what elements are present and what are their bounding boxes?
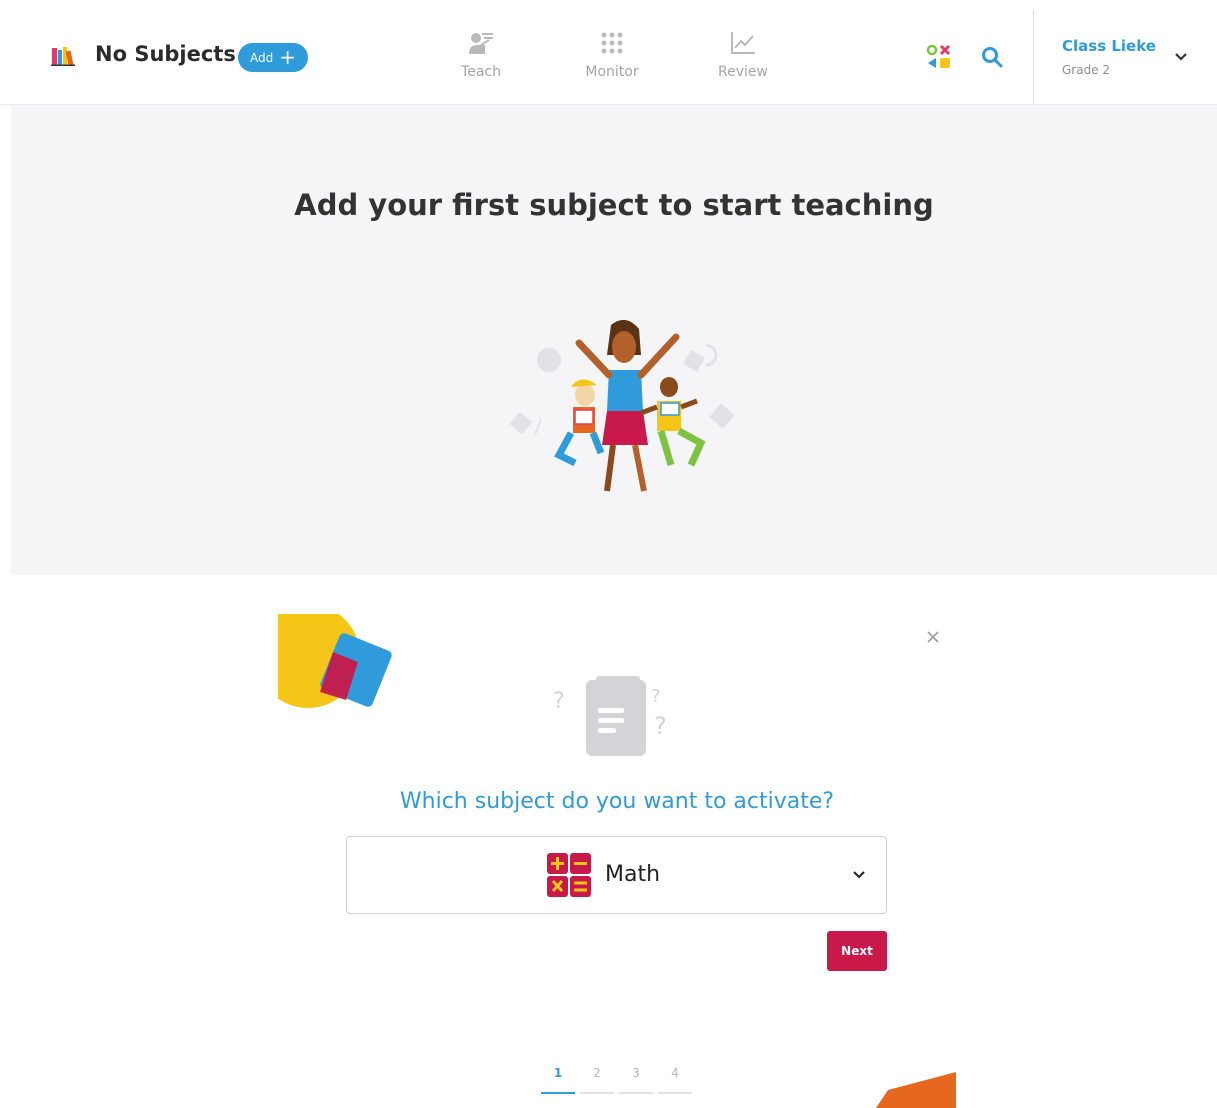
step-number: 2 — [593, 1066, 601, 1080]
empty-state-panel: Add your first subject to start teaching — [11, 105, 1217, 575]
top-bar: No Subjects Add + Teach Monitor Review C… — [0, 0, 1217, 105]
math-icon — [547, 853, 591, 897]
header-divider — [1033, 10, 1034, 104]
empty-state-title: Add your first subject to start teaching — [294, 188, 934, 222]
step-3[interactable]: 3 — [619, 1066, 653, 1094]
nav-review[interactable]: Review — [703, 30, 783, 80]
add-subject-button[interactable]: Add + — [238, 43, 308, 72]
nav-teach-label: Teach — [461, 64, 501, 80]
teacher-children-illustration — [509, 319, 735, 492]
selected-subject: Math — [605, 862, 661, 887]
modal-question: Which subject do you want to activate? — [399, 789, 835, 814]
decorative-shapes — [278, 614, 392, 708]
class-grade: Grade 2 — [1062, 63, 1111, 77]
close-icon[interactable] — [926, 630, 940, 644]
subject-select[interactable]: Math — [346, 836, 887, 914]
step-bar — [580, 1092, 614, 1094]
nav-review-label: Review — [718, 64, 768, 80]
nav-monitor[interactable]: Monitor — [572, 30, 652, 80]
nav-monitor-label: Monitor — [585, 64, 639, 80]
teach-icon — [469, 33, 493, 54]
step-number: 4 — [671, 1066, 679, 1080]
books-icon — [51, 47, 75, 66]
step-2[interactable]: 2 — [580, 1066, 614, 1094]
step-bar — [541, 1092, 575, 1094]
chevron-down-icon — [853, 871, 865, 879]
question-book-icon: ? ? ? — [553, 676, 667, 756]
shapes-icon[interactable] — [925, 44, 953, 70]
line-chart-icon — [731, 32, 755, 54]
step-4[interactable]: 4 — [658, 1066, 692, 1094]
next-button[interactable]: Next — [827, 931, 887, 971]
add-button-label: Add — [250, 50, 274, 65]
step-number: 1 — [553, 1066, 563, 1080]
page-title: No Subjects — [95, 42, 236, 66]
step-number: 3 — [632, 1066, 640, 1080]
nav-teach[interactable]: Teach — [441, 30, 521, 80]
decorative-shape-bottom — [876, 1072, 956, 1108]
svg-text:?: ? — [654, 712, 667, 740]
activate-subject-modal: ? ? ? Which subject do you want to activ… — [278, 614, 956, 1108]
class-name[interactable]: Class Lieke — [1062, 37, 1156, 55]
step-indicator: 1 2 3 4 — [541, 1066, 701, 1096]
search-icon[interactable] — [981, 46, 1003, 68]
svg-text:?: ? — [553, 689, 565, 714]
plus-icon: + — [279, 44, 296, 69]
step-1[interactable]: 1 — [541, 1066, 575, 1094]
step-bar — [619, 1092, 653, 1094]
svg-text:?: ? — [651, 686, 661, 707]
grid-dots-icon — [601, 32, 623, 54]
step-bar — [658, 1092, 692, 1094]
chevron-down-icon[interactable] — [1172, 50, 1190, 64]
